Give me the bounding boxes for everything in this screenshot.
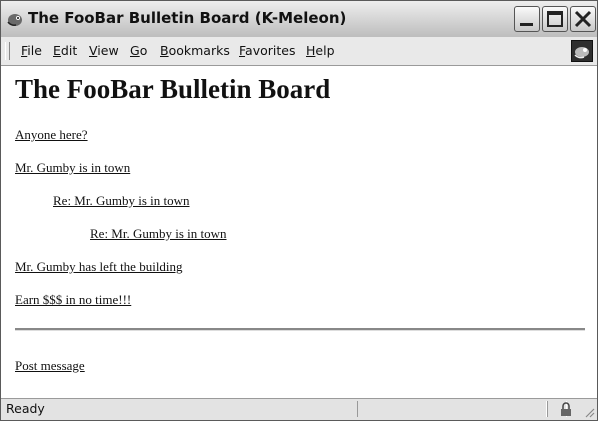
post-link-earn-money[interactable]: Earn $$$ in no time!!! [15,292,131,308]
status-bar: Ready [1,398,597,420]
window-title: The FooBar Bulletin Board (K-Meleon) [28,9,347,27]
menu-help[interactable]: Help [306,43,335,58]
menu-file[interactable]: File [21,43,42,58]
menu-view[interactable]: View [89,43,119,58]
throbber-icon [574,47,589,59]
maximize-icon [547,11,563,27]
maximize-button[interactable] [542,6,568,32]
menu-grip[interactable] [5,42,10,60]
horizontal-rule [15,328,585,331]
status-panel [357,401,547,417]
k-meleon-app-icon [7,14,22,26]
post-link-gumby-left[interactable]: Mr. Gumby has left the building [15,259,183,275]
throbber[interactable] [571,40,593,62]
menu-edit[interactable]: Edit [53,43,77,58]
page-heading: The FooBar Bulletin Board [15,74,331,104]
minimize-button[interactable] [514,6,540,32]
post-link-gumby-in-town[interactable]: Mr. Gumby is in town [15,160,130,176]
post-link-anyone-here[interactable]: Anyone here? [15,127,88,143]
post-message-link[interactable]: Post message [15,358,85,374]
close-button[interactable] [570,6,596,32]
menu-go[interactable]: Go [130,43,147,58]
menu-bookmarks[interactable]: Bookmarks [160,43,230,58]
post-link-reply-reply-gumby[interactable]: Re: Mr. Gumby is in town [90,226,227,242]
status-text: Ready [6,401,45,416]
post-link-reply-gumby[interactable]: Re: Mr. Gumby is in town [53,193,190,209]
menu-bar: File Edit View Go Bookmarks Favorites He… [1,37,597,66]
resize-grip-icon[interactable] [583,406,595,418]
title-bar[interactable]: The FooBar Bulletin Board (K-Meleon) [1,1,597,38]
browser-window: The FooBar Bulletin Board (K-Meleon) Fil… [0,0,598,421]
close-icon [574,10,592,28]
lock-icon[interactable] [559,402,573,417]
menu-favorites[interactable]: Favorites [239,43,295,58]
minimize-icon [520,23,533,26]
